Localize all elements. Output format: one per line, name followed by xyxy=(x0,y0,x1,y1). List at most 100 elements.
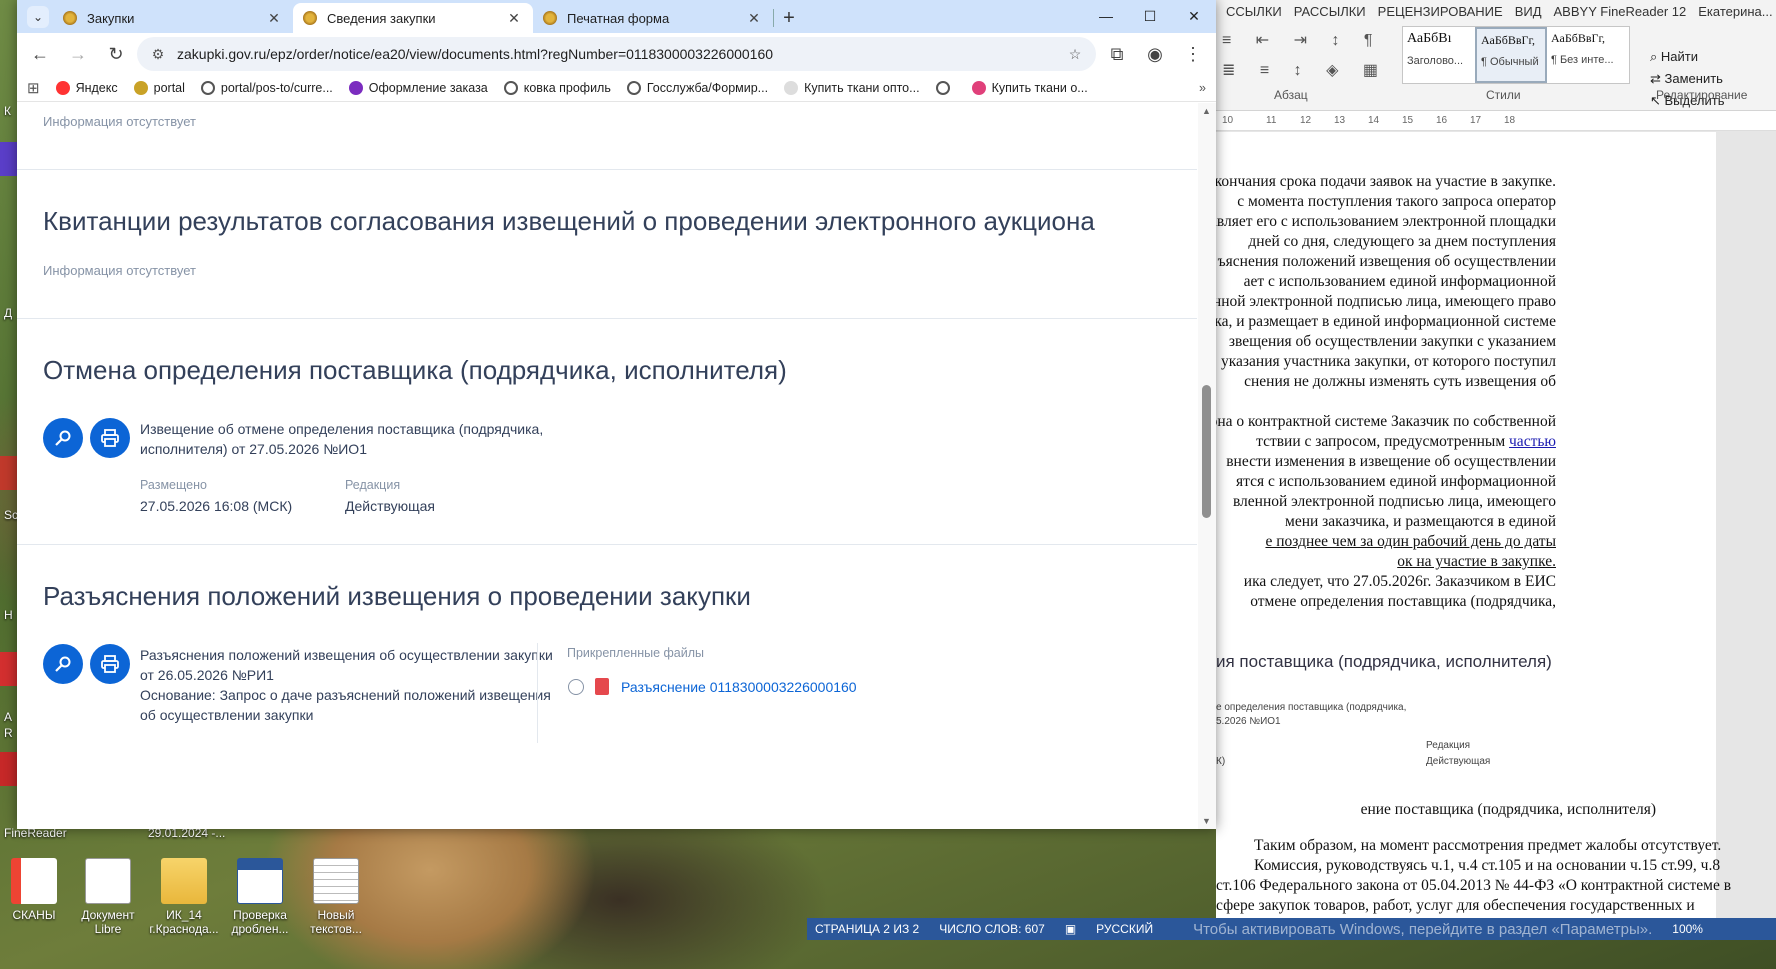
taskbar-tile xyxy=(0,142,18,176)
print-document-button[interactable] xyxy=(90,644,130,684)
doc-line: ика следует, что 27.05.2026г. Заказчиком… xyxy=(1243,573,1556,590)
desktop-icon-word-doc[interactable]: Проверка дроблен... xyxy=(220,858,300,936)
style-name: ¶ Обычный xyxy=(1481,56,1539,68)
menu-button[interactable]: ⋮ xyxy=(1176,37,1210,71)
print-document-button[interactable] xyxy=(90,418,130,458)
document-title-line: исполнителя) от 27.05.2026 №ИО1 xyxy=(140,441,367,457)
word-count[interactable]: ЧИСЛО СЛОВ: 607 xyxy=(939,922,1045,936)
section-previous: Информация отсутствует xyxy=(17,103,1197,170)
proofing-icon[interactable]: ▣ xyxy=(1065,922,1076,936)
bookmark-yandex[interactable]: Яндекс xyxy=(55,81,118,95)
desktop-icon-scans[interactable]: СКАНЫ xyxy=(0,858,74,922)
bookmark-label: Купить ткани опто... xyxy=(804,81,920,95)
page-content: Информация отсутствует Квитанции результ… xyxy=(17,103,1197,745)
document-area[interactable]: окончания срока подачи заявок на участие… xyxy=(1216,132,1776,918)
close-icon[interactable]: ✕ xyxy=(505,10,523,27)
view-document-button[interactable] xyxy=(43,644,83,684)
horizontal-ruler[interactable]: 10 11 12 13 14 15 16 17 18 xyxy=(1216,111,1776,131)
url-text[interactable]: zakupki.gov.ru/epz/order/notice/ea20/vie… xyxy=(177,46,1064,62)
doc-line: Комиссия, руководствуясь ч.1, ч.4 ст.105… xyxy=(1254,857,1721,874)
tab-zakupki[interactable]: Закупки ✕ xyxy=(53,3,293,33)
bookmark-star-icon[interactable]: ☆ xyxy=(1064,46,1086,63)
scrollbar-thumb[interactable] xyxy=(1202,385,1211,518)
printer-icon xyxy=(101,655,119,673)
desktop-label: Н xyxy=(4,608,13,622)
doc-line: тствии с запросом, предусмотренным часть… xyxy=(1216,432,1556,452)
document-title[interactable]: Извещение об отмене определения поставщи… xyxy=(140,419,543,459)
extensions-button[interactable]: ⧉ xyxy=(1100,37,1134,71)
desktop-icon-folder[interactable]: ИК_14 г.Краснода... xyxy=(144,858,224,936)
bookmark-kovka[interactable]: ковка профиль xyxy=(503,81,611,95)
activation-watermark: Чтобы активировать Windows, перейдите в … xyxy=(1193,920,1653,938)
vertical-scrollbar[interactable]: ▲ ▼ xyxy=(1198,103,1216,829)
address-bar[interactable]: ⚙ zakupki.gov.ru/epz/order/notice/ea20/v… xyxy=(137,37,1096,71)
maximize-icon: ☐ xyxy=(1143,7,1157,24)
doc-line: ъяснения положений извещения об осуществ… xyxy=(1217,253,1556,270)
new-tab-button[interactable]: + xyxy=(774,7,804,30)
ribbon-tab-review[interactable]: РЕЦЕНЗИРОВАНИЕ xyxy=(1378,4,1503,19)
forward-button[interactable]: → xyxy=(61,37,95,71)
close-icon[interactable]: ✕ xyxy=(745,10,763,27)
scroll-down-icon[interactable]: ▼ xyxy=(1202,816,1211,826)
more-bookmarks-icon[interactable]: » xyxy=(1199,81,1206,95)
doc-line: сфере закупок товаров, работ, услуг для … xyxy=(1216,897,1695,914)
desktop-icon-libre-doc[interactable]: Документ Libre xyxy=(68,858,148,936)
document-title[interactable]: Разъяснения положений извещения об осуще… xyxy=(140,645,553,725)
language[interactable]: РУССКИЙ xyxy=(1096,922,1153,936)
scroll-up-icon[interactable]: ▲ xyxy=(1202,106,1211,116)
plus-icon: + xyxy=(783,7,795,29)
ruler-tick: 16 xyxy=(1436,115,1448,126)
zoom-level[interactable]: 100% xyxy=(1672,922,1703,936)
ribbon-tab-view[interactable]: ВИД xyxy=(1515,4,1542,19)
profile-button[interactable]: ◉ xyxy=(1138,37,1172,71)
style-no-spacing[interactable]: АаБбВвГг, ¶ Без инте... xyxy=(1547,27,1619,83)
desktop-icon-label: ИК_14 г.Краснода... xyxy=(149,908,219,936)
replace-button[interactable]: ⇄ Заменить xyxy=(1650,68,1725,90)
apps-grid-icon[interactable]: ⊞ xyxy=(27,79,40,97)
document-basis-line: об осуществлении закупки xyxy=(140,707,314,723)
bookmark-portal[interactable]: portal xyxy=(133,81,185,95)
doc-hyperlink[interactable]: частью xyxy=(1509,433,1556,450)
view-document-button[interactable] xyxy=(43,418,83,458)
ribbon-tab-references[interactable]: ССЫЛКИ xyxy=(1226,4,1282,19)
ribbon-tab-abbyy[interactable]: ABBYY FineReader 12 xyxy=(1554,4,1687,19)
desktop-label: К xyxy=(4,104,11,118)
tab-print-form[interactable]: Печатная форма ✕ xyxy=(533,3,773,33)
attached-file-link[interactable]: Разъяснение 0118300003226000160 xyxy=(621,679,857,695)
site-info-icon[interactable]: ⚙ xyxy=(147,46,169,63)
emblem-favicon-icon xyxy=(303,11,317,25)
bookmark-tkani[interactable]: Купить ткани опто... xyxy=(784,81,920,95)
document-basis-line: Основание: Запрос о даче разъяснений пол… xyxy=(140,687,551,703)
embedded-text: е определения поставщика (подрядчика, xyxy=(1216,702,1407,713)
desktop-icon-text-file[interactable]: Новый текстов... xyxy=(296,858,376,936)
window-controls: — ☐ ✕ xyxy=(1084,0,1216,32)
bookmark-portal-pos[interactable]: portal/pos-to/curre... xyxy=(200,81,333,95)
emblem-favicon-icon xyxy=(543,11,557,25)
minimize-button[interactable]: — xyxy=(1084,0,1128,32)
style-normal[interactable]: АаБбВвГг, ¶ Обычный xyxy=(1475,27,1547,83)
paragraph-tools-icon[interactable]: ≡ ⇤ ⇥ ↕ ¶ xyxy=(1222,30,1383,50)
doc-line: Таким образом, на момент рассмотрения пр… xyxy=(1254,837,1722,854)
globe-icon xyxy=(200,81,215,95)
close-icon[interactable]: ✕ xyxy=(265,10,283,27)
word-window: ССЫЛКИ РАССЫЛКИ РЕЦЕНЗИРОВАНИЕ ВИД ABBYY… xyxy=(1216,0,1776,918)
maximize-button[interactable]: ☐ xyxy=(1128,0,1172,32)
tab-svedeniya[interactable]: Сведения закупки ✕ xyxy=(293,3,533,33)
alignment-tools-icon[interactable]: ≣ ≡ ↕ ◈ ▦ xyxy=(1222,60,1388,80)
document-text: окончания срока подачи заявок на участие… xyxy=(1216,172,1556,612)
signature-icon[interactable] xyxy=(568,679,584,695)
page-count[interactable]: СТРАНИЦА 2 ИЗ 2 xyxy=(815,922,919,936)
bookmark-tkani-2[interactable]: Купить ткани о... xyxy=(971,81,1088,95)
user-account[interactable]: Екатерина... xyxy=(1698,4,1772,19)
bookmark-order[interactable]: Оформление заказа xyxy=(348,81,488,95)
close-window-button[interactable]: ✕ xyxy=(1172,0,1216,32)
tab-search-button[interactable]: ⌄ xyxy=(27,6,49,28)
ribbon-tab-mailings[interactable]: РАССЫЛКИ xyxy=(1294,4,1366,19)
back-button[interactable]: ← xyxy=(23,37,57,71)
reload-button[interactable]: ↻ xyxy=(99,37,133,71)
bookmark-gossluzhba[interactable]: Госслужба/Формир... xyxy=(626,81,768,95)
doc-line: указания участника закупки, от которого … xyxy=(1220,353,1556,370)
find-button[interactable]: ⌕ Найти xyxy=(1650,46,1725,68)
bookmark-globe[interactable] xyxy=(935,81,956,95)
style-heading[interactable]: АаБбВı Заголово... xyxy=(1403,27,1475,83)
